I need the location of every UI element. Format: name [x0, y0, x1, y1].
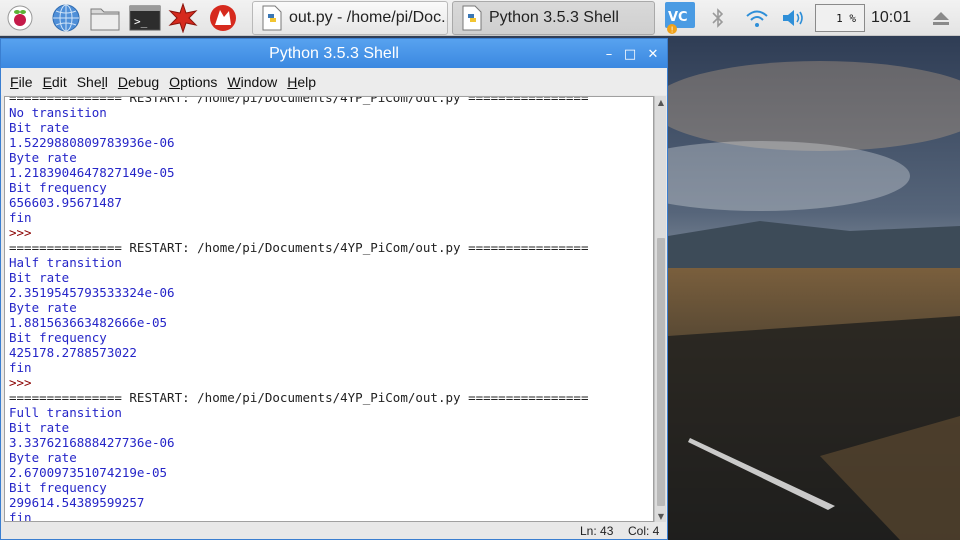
shell-output-line: 2.3519545793533324e-06	[9, 285, 175, 300]
shell-output-line: 299614.54389599257	[9, 495, 145, 510]
menu-edit[interactable]: Edit	[38, 74, 72, 90]
python-file-icon	[262, 5, 282, 31]
taskbar-task-python-shell[interactable]: Python 3.5.3 Shell	[452, 1, 655, 35]
cpu-usage-monitor[interactable]: 1 %	[815, 4, 865, 32]
shell-output-line: Full transition	[9, 405, 122, 420]
shell-output-line: 2.670097351074219e-05	[9, 465, 168, 480]
shell-restart-line: =============== RESTART: /home/pi/Docume…	[9, 390, 589, 405]
menu-help[interactable]: Help	[282, 74, 321, 90]
bluetooth-icon[interactable]	[705, 2, 731, 34]
menu-label-post: dit	[51, 73, 67, 90]
menu-shell[interactable]: Shell	[72, 74, 113, 90]
shell-prompt: >>>	[9, 225, 32, 240]
shell-output-line: Bit rate	[9, 120, 70, 135]
svg-text:!: !	[671, 26, 674, 35]
wolfram-icon[interactable]	[207, 2, 239, 34]
menu-label-post: ile	[18, 73, 33, 90]
svg-text:>_: >_	[134, 15, 148, 28]
vertical-scrollbar[interactable]: ▲ ▼	[654, 96, 666, 522]
shell-prompt: >>>	[9, 375, 32, 390]
clock[interactable]: 10:01	[871, 0, 911, 36]
close-button[interactable]: ✕	[643, 44, 663, 64]
shell-output-line: 425178.2788573022	[9, 345, 137, 360]
web-browser-icon[interactable]	[50, 2, 82, 34]
window-title: Python 3.5.3 Shell	[269, 45, 399, 62]
menu-label-post: indow	[240, 73, 278, 90]
mathematica-icon[interactable]	[167, 2, 199, 34]
svg-text:VC: VC	[668, 10, 688, 25]
shell-output-line: fin	[9, 510, 32, 522]
taskbar: >_ out.py - /home/pi/Doc... Python 3.5.3…	[0, 0, 960, 36]
menu-label-mnemonic: F	[10, 73, 19, 90]
menu-window[interactable]: Window	[222, 74, 282, 90]
shell-restart-line: =============== RESTART: /home/pi/Docume…	[9, 96, 589, 105]
window-titlebar[interactable]: Python 3.5.3 Shell – □ ✕	[1, 39, 667, 68]
shell-output-line: Byte rate	[9, 450, 77, 465]
shell-text: =============== RESTART: /home/pi/Docume…	[9, 96, 589, 522]
menu-label-mnemonic: E	[42, 73, 52, 90]
shell-output-line: 1.2183904647827149e-05	[9, 165, 175, 180]
menu-label-post: elp	[297, 73, 317, 90]
shell-output-line: Bit frequency	[9, 330, 107, 345]
menu-label-mnemonic: H	[287, 73, 298, 90]
menu-label-mnemonic: W	[227, 73, 241, 90]
menu-file[interactable]: File	[5, 74, 38, 90]
menu-label-post: l	[104, 73, 108, 90]
shell-output-line: fin	[9, 210, 32, 225]
line-number: Ln: 43	[580, 524, 614, 538]
menu-label-pre: She	[76, 73, 102, 90]
wifi-icon[interactable]	[742, 2, 772, 34]
shell-output-line: Bit frequency	[9, 480, 107, 495]
maximize-button[interactable]: □	[620, 44, 640, 64]
shell-output-line: Byte rate	[9, 300, 77, 315]
shell-output-line: 3.3376216888427736e-06	[9, 435, 175, 450]
vnc-icon[interactable]: VC!	[662, 2, 700, 35]
shell-output-area[interactable]: =============== RESTART: /home/pi/Docume…	[4, 96, 654, 522]
minimize-button[interactable]: –	[599, 44, 619, 64]
scrollbar-thumb[interactable]	[657, 238, 665, 506]
shell-output-line: No transition	[9, 105, 107, 120]
scroll-down-arrow-icon[interactable]: ▼	[655, 510, 667, 522]
shell-output-line: 1.5229880809783936e-06	[9, 135, 175, 150]
menu-label-mnemonic: O	[169, 73, 181, 90]
column-number: Col: 4	[628, 524, 660, 538]
menu-debug[interactable]: Debug	[113, 74, 164, 90]
volume-icon[interactable]	[778, 2, 808, 34]
taskbar-task-outpy[interactable]: out.py - /home/pi/Doc...	[252, 1, 448, 35]
task-label: Python 3.5.3 Shell	[489, 9, 619, 26]
python-shell-window: Python 3.5.3 Shell – □ ✕ File Edit Shell De…	[0, 38, 668, 540]
shell-output-line: Byte rate	[9, 150, 77, 165]
shell-output-line: 1.881563663482666e-05	[9, 315, 168, 330]
menu-label-mnemonic: D	[117, 73, 129, 90]
file-manager-icon[interactable]	[89, 2, 121, 34]
task-label: out.py - /home/pi/Doc...	[289, 9, 448, 26]
python-file-icon	[462, 5, 482, 31]
shell-output-line: fin	[9, 360, 32, 375]
raspberry-menu-icon[interactable]	[4, 2, 36, 34]
menu-label-post: ebug	[128, 73, 160, 90]
shell-output-line: Half transition	[9, 255, 122, 270]
shell-output-line: Bit rate	[9, 420, 70, 435]
statusbar: Ln: 43 Col: 4	[1, 522, 667, 539]
shell-restart-line: =============== RESTART: /home/pi/Docume…	[9, 240, 589, 255]
terminal-icon[interactable]: >_	[129, 2, 161, 34]
shell-output-line: 656603.95671487	[9, 195, 122, 210]
scroll-up-arrow-icon[interactable]: ▲	[655, 96, 667, 108]
shell-output-line: Bit rate	[9, 270, 70, 285]
menu-label-post: ptions	[180, 73, 218, 90]
menubar: File Edit Shell Debug Options Window Help	[1, 68, 667, 95]
shell-output-line: Bit frequency	[9, 180, 107, 195]
eject-icon[interactable]	[926, 2, 956, 34]
menu-options[interactable]: Options	[164, 74, 222, 90]
